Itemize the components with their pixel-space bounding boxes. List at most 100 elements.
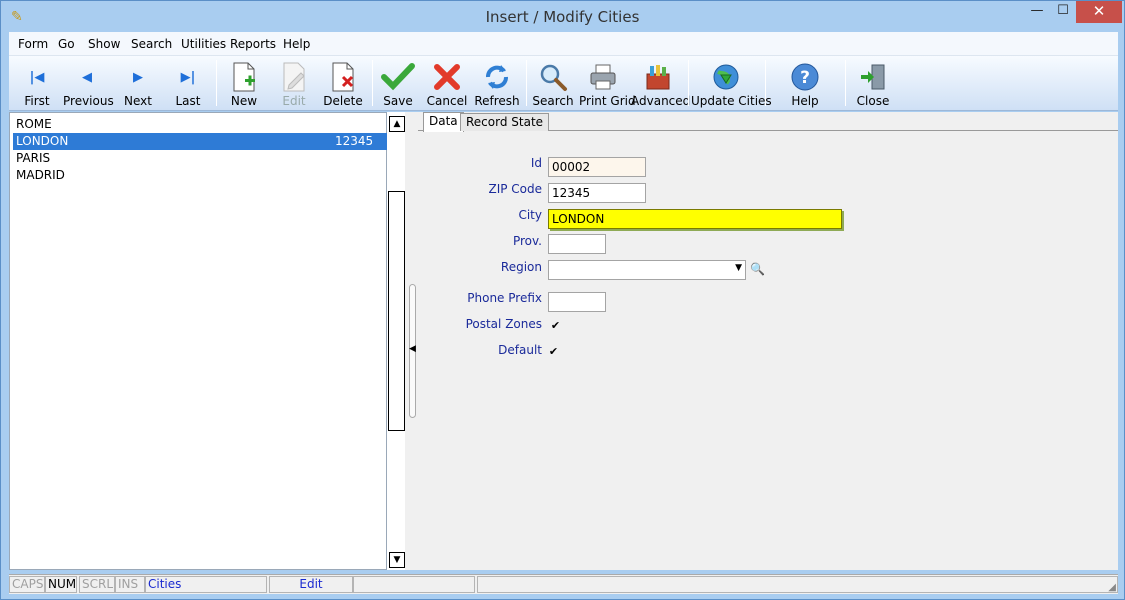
- status-bar: CAPS NUM SCRL INS Cities Edit ◢: [9, 574, 1118, 594]
- application-window: ✎ Insert / Modify Cities — ☐ ✕ Form Go S…: [0, 0, 1125, 600]
- prov-label: Prov.: [512, 234, 542, 248]
- chevron-down-icon[interactable]: ▼: [735, 263, 742, 273]
- default-checkbox[interactable]: ✔: [547, 346, 560, 359]
- tab-data[interactable]: Data: [423, 112, 464, 132]
- prov-field[interactable]: [548, 234, 606, 254]
- new-button[interactable]: New: [221, 58, 267, 110]
- close-label: Close: [856, 94, 890, 108]
- list-item-name: MADRID: [16, 168, 65, 182]
- delete-document-icon: [319, 61, 367, 93]
- phone-prefix-label: Phone Prefix: [467, 291, 542, 305]
- scroll-thumb[interactable]: [388, 191, 405, 431]
- next-label: Next: [124, 94, 152, 108]
- city-label: City: [518, 208, 542, 222]
- new-document-icon: [221, 61, 267, 93]
- zip-code-field[interactable]: [548, 183, 646, 203]
- panel-splitter[interactable]: ◀: [405, 112, 418, 570]
- status-mode: Edit: [269, 576, 353, 593]
- tab-record-state[interactable]: Record State: [460, 113, 550, 131]
- update-cities-button[interactable]: Update Cities: [691, 58, 772, 110]
- delete-label: Delete: [323, 94, 363, 108]
- list-scrollbar[interactable]: ▲ ▼: [387, 112, 405, 570]
- toolbar-separator: [372, 60, 373, 106]
- list-item-name: ROME: [16, 117, 52, 131]
- list-item-name: PARIS: [16, 151, 51, 165]
- help-button[interactable]: ? Help: [781, 58, 829, 110]
- last-icon: ▶|: [180, 69, 196, 85]
- svg-text:?: ?: [800, 68, 810, 88]
- toolbar-separator: [765, 60, 766, 106]
- id-field[interactable]: [548, 157, 646, 177]
- last-button[interactable]: ▶| Last: [164, 58, 212, 110]
- scroll-up-icon[interactable]: ▲: [389, 116, 405, 132]
- search-label: Search: [532, 94, 574, 108]
- first-icon: |◀: [29, 69, 45, 85]
- list-item-name: LONDON: [16, 134, 69, 148]
- status-empty-1: [353, 576, 475, 593]
- zip-code-label: ZIP Code: [488, 182, 542, 196]
- first-label: First: [24, 94, 50, 108]
- close-button[interactable]: Close: [849, 58, 897, 110]
- toolbar-separator: [845, 60, 846, 106]
- search-button[interactable]: Search: [529, 58, 577, 110]
- phone-prefix-field[interactable]: [548, 292, 606, 312]
- edit-label: Edit: [282, 94, 306, 108]
- last-label: Last: [175, 94, 201, 108]
- edit-document-icon: [271, 61, 317, 93]
- new-label: New: [230, 94, 258, 108]
- default-label: Default: [498, 343, 542, 357]
- region-label: Region: [500, 260, 542, 274]
- postal-zones-checkbox[interactable]: ✔: [549, 320, 562, 333]
- previous-button[interactable]: ◀ Previous: [63, 58, 114, 110]
- print-grid-button[interactable]: Print Grid: [579, 58, 636, 110]
- menu-help[interactable]: Help: [283, 37, 310, 51]
- print-grid-label: Print Grid: [579, 94, 636, 108]
- menu-reports[interactable]: Reports: [230, 37, 276, 51]
- id-label: Id: [530, 156, 542, 170]
- list-item[interactable]: MADRID: [13, 167, 389, 184]
- edit-button[interactable]: Edit: [271, 58, 317, 110]
- cancel-x-icon: [423, 61, 471, 93]
- cities-list[interactable]: ROME LONDON 12345 PARIS MADRID: [9, 112, 389, 570]
- close-window-button[interactable]: ✕: [1076, 1, 1122, 23]
- cancel-button[interactable]: Cancel: [423, 58, 471, 110]
- list-item[interactable]: PARIS: [13, 150, 389, 167]
- title-bar: ✎ Insert / Modify Cities — ☐ ✕: [1, 1, 1124, 32]
- list-item-selected[interactable]: LONDON 12345: [13, 133, 389, 150]
- next-button[interactable]: ▶ Next: [114, 58, 162, 110]
- region-select[interactable]: ▼: [548, 260, 746, 280]
- list-item-zip: 12345: [335, 134, 374, 148]
- delete-button[interactable]: Delete: [319, 58, 367, 110]
- resize-grip-icon[interactable]: ◢: [1108, 582, 1116, 593]
- menu-go[interactable]: Go: [58, 37, 75, 51]
- status-ins: INS: [115, 576, 145, 593]
- previous-icon: ◀: [82, 69, 92, 85]
- first-button[interactable]: |◀ First: [13, 58, 61, 110]
- status-caps: CAPS: [9, 576, 45, 593]
- exit-door-icon: [849, 61, 897, 93]
- status-scrl: SCRL: [79, 576, 115, 593]
- city-field[interactable]: [548, 209, 842, 229]
- toolbar-separator: [688, 60, 689, 106]
- checkmark-icon: [375, 61, 421, 93]
- list-item[interactable]: ROME: [13, 116, 389, 133]
- menu-search[interactable]: Search: [131, 37, 172, 51]
- toolbar-separator: [526, 60, 527, 106]
- advanced-label: Advanced: [631, 94, 691, 108]
- status-empty-2: [477, 576, 1118, 593]
- detail-panel: Data Record State Id ZIP Code City Prov.…: [418, 112, 1118, 570]
- save-label: Save: [383, 94, 413, 108]
- next-icon: ▶: [133, 69, 143, 85]
- save-button[interactable]: Save: [375, 58, 421, 110]
- maximize-button[interactable]: ☐: [1050, 1, 1076, 23]
- printer-icon: [579, 61, 627, 93]
- menu-utilities[interactable]: Utilities: [181, 37, 226, 51]
- region-lookup-icon[interactable]: 🔍: [750, 262, 765, 276]
- question-icon: ?: [781, 61, 829, 93]
- refresh-button[interactable]: Refresh: [473, 58, 521, 110]
- minimize-button[interactable]: —: [1024, 1, 1050, 23]
- advanced-button[interactable]: Advanced: [631, 58, 691, 110]
- scroll-down-icon[interactable]: ▼: [389, 552, 405, 568]
- menu-form[interactable]: Form: [18, 37, 48, 51]
- menu-show[interactable]: Show: [88, 37, 120, 51]
